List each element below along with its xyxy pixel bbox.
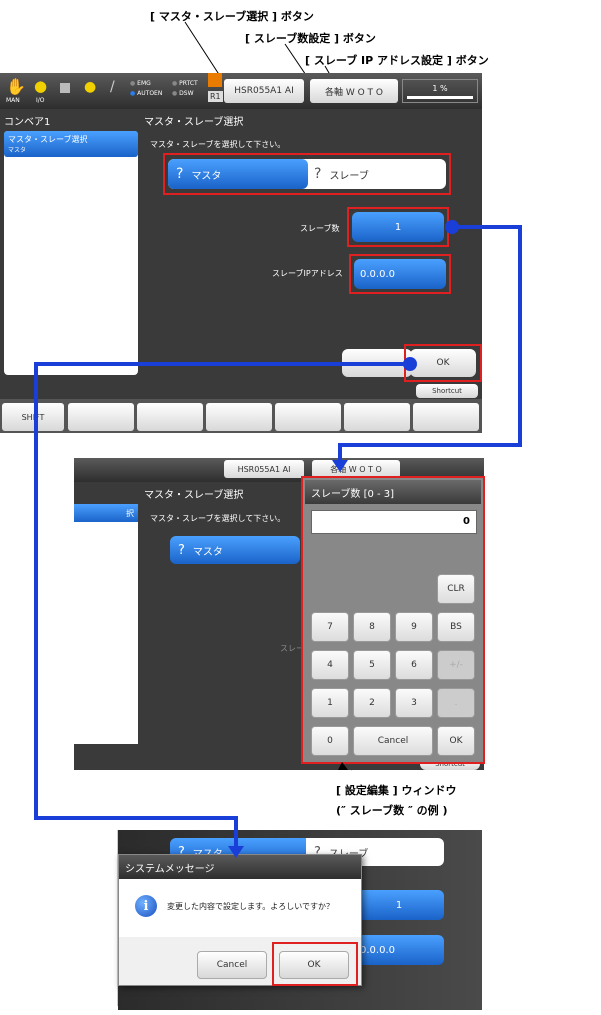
flow-arrows <box>34 220 522 858</box>
